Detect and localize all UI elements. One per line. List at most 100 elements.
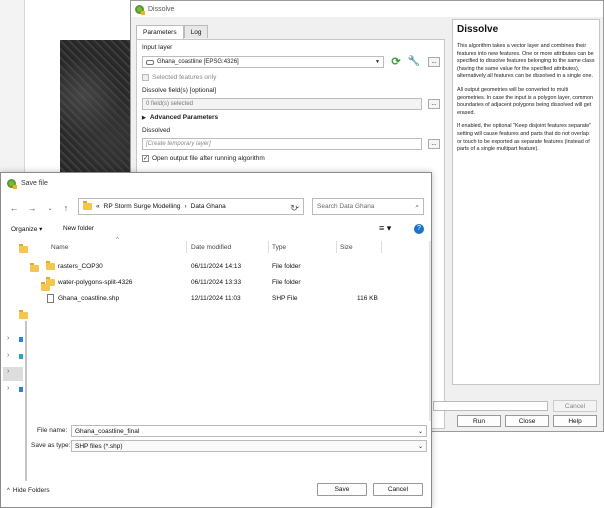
iterate-icon[interactable]: ⟳: [389, 55, 403, 69]
help-icon[interactable]: ?: [414, 224, 424, 234]
file-name: Ghana_coastline.shp: [58, 294, 120, 302]
column-divider[interactable]: [381, 241, 382, 253]
forward-icon[interactable]: →: [25, 201, 39, 215]
refresh-icon[interactable]: ↻: [287, 201, 301, 215]
folder-icon: [83, 201, 92, 210]
file-date: 06/11/2024 13:33: [191, 278, 242, 286]
selected-features-checkbox[interactable]: Selected features only: [142, 74, 216, 81]
dissolve-fields-input[interactable]: 0 field(s) selected: [142, 98, 422, 110]
checkmark-icon: ✓: [142, 155, 149, 162]
qgis-logo-icon: [7, 178, 17, 189]
open-output-label: Open output file after running algorithm: [152, 155, 265, 163]
new-folder-button[interactable]: New folder: [63, 225, 94, 232]
advanced-parameters-toggle[interactable]: ▶ Advanced Parameters: [142, 114, 218, 121]
advanced-parameters-label: Advanced Parameters: [149, 114, 219, 121]
dissolve-fields-label: Dissolve field(s) [optional]: [142, 87, 217, 94]
file-name: water-polygons-split-4326: [58, 278, 133, 286]
address-bar[interactable]: « RP Storm Surge Modelling › Data Ghana …: [78, 198, 304, 215]
input-layer-more-button[interactable]: ...: [428, 57, 440, 67]
file-date: 12/11/2024 11:03: [191, 294, 241, 302]
file-type: SHP File: [272, 294, 298, 302]
dissolve-fields-more-button[interactable]: ...: [428, 99, 440, 109]
recent-dropdown-icon[interactable]: ⌄: [43, 201, 57, 215]
close-button[interactable]: Close: [505, 415, 549, 427]
dissolved-output-input[interactable]: [Create temporary layer]: [142, 138, 422, 150]
file-name-value: Ghana_coastline_final: [75, 427, 140, 435]
tab-log[interactable]: Log: [183, 25, 209, 38]
input-layer-value: Ghana_coastline [EPSG:4326]: [157, 59, 239, 65]
onedrive-icon[interactable]: [19, 337, 23, 342]
qgis-logo-icon: [135, 4, 145, 15]
dissolve-title: Dissolve: [148, 5, 175, 13]
tab-parameters[interactable]: Parameters: [136, 25, 184, 39]
back-icon[interactable]: ←: [7, 201, 21, 215]
search-input[interactable]: Search Data Ghana ⌕: [312, 198, 424, 215]
expand-arrow-icon[interactable]: ›: [7, 385, 9, 392]
search-placeholder: Search Data Ghana: [317, 203, 375, 210]
organize-button[interactable]: Organize ▾: [11, 225, 42, 233]
selected-features-label: Selected features only: [152, 74, 217, 82]
input-layer-select[interactable]: Ghana_coastline [EPSG:4326] ▼: [142, 56, 384, 68]
breadcrumb-item[interactable]: Data Ghana: [191, 203, 226, 210]
wrench-icon[interactable]: 🔧: [407, 55, 421, 69]
pc-icon[interactable]: [19, 354, 23, 359]
chevron-down-icon: ⌄: [417, 443, 423, 450]
column-divider[interactable]: [336, 241, 337, 253]
organize-label: Organize: [11, 226, 38, 233]
cancel-button[interactable]: Cancel: [553, 400, 597, 412]
file-name-input[interactable]: Ghana_coastline_final ⌄: [71, 425, 427, 437]
hide-folders-toggle[interactable]: ^ Hide Folders: [7, 487, 50, 494]
quick-access-folder-icon[interactable]: [19, 310, 28, 319]
chevron-down-icon[interactable]: ⌄: [418, 428, 423, 435]
help-paragraph-3: If enabled, the optional "Keep disjoint …: [457, 123, 592, 153]
save-as-type-select[interactable]: SHP files (*.shp) ⌄: [71, 440, 427, 452]
view-options-icon[interactable]: ≡ ▾: [379, 223, 391, 234]
polygon-layer-icon: [146, 59, 154, 65]
hide-folders-label: Hide Folders: [12, 487, 50, 494]
chevron-up-icon: ^: [7, 488, 10, 494]
breadcrumb-item[interactable]: RP Storm Surge Modelling: [104, 203, 181, 210]
expand-arrow-icon[interactable]: ›: [7, 368, 9, 375]
column-header-type[interactable]: Type: [272, 244, 286, 251]
expand-arrow-icon: ▶: [142, 115, 146, 121]
vertical-scrollbar[interactable]: [429, 241, 431, 421]
save-titlebar: Save file: [1, 173, 431, 193]
quick-access-folder-icon[interactable]: [29, 263, 39, 272]
column-header-name[interactable]: Name: [51, 244, 68, 251]
column-header-date[interactable]: Date modified: [191, 244, 231, 251]
quick-access-folder-icon[interactable]: [19, 244, 28, 253]
column-divider[interactable]: [186, 241, 187, 253]
save-title: Save file: [21, 179, 48, 187]
checkbox-icon: [142, 74, 149, 81]
sort-up-icon: ^: [116, 237, 119, 243]
file-date: 06/11/2024 14:13: [191, 262, 242, 270]
folder-icon: [46, 260, 55, 270]
help-paragraph-2: All output geometries will be converted …: [457, 86, 594, 116]
up-icon[interactable]: ↑: [59, 201, 73, 215]
column-divider[interactable]: [268, 241, 269, 253]
expand-arrow-icon[interactable]: ›: [7, 335, 9, 342]
save-button[interactable]: Save: [317, 483, 367, 496]
file-type: File folder: [272, 278, 301, 286]
dissolved-more-button[interactable]: ...: [428, 139, 440, 149]
file-size: 116 KB: [357, 294, 378, 302]
input-layer-label: Input layer: [142, 44, 173, 51]
column-header-size[interactable]: Size: [340, 244, 353, 251]
dissolved-label: Dissolved: [142, 127, 171, 134]
list-item[interactable]: Ghana_coastline.shp 12/11/2024 11:03 SHP…: [41, 291, 429, 305]
file-icon: [47, 293, 54, 303]
help-button[interactable]: Help: [553, 415, 597, 427]
expand-arrow-icon[interactable]: ›: [7, 352, 9, 359]
nav-scrollbar[interactable]: [25, 321, 27, 481]
save-file-dialog: Save file ← → ⌄ ↑ « RP Storm Surge Model…: [0, 172, 432, 508]
network-icon[interactable]: [19, 387, 23, 392]
run-button[interactable]: Run: [457, 415, 501, 427]
list-item[interactable]: water-polygons-split-4326 06/11/2024 13:…: [41, 275, 429, 289]
file-name-label: File name:: [37, 427, 68, 434]
file-name: rasters_COP30: [58, 262, 103, 270]
list-item[interactable]: rasters_COP30 06/11/2024 14:13 File fold…: [41, 259, 429, 273]
cancel-button[interactable]: Cancel: [373, 483, 423, 496]
selected-nav-item[interactable]: [3, 367, 23, 381]
open-output-checkbox[interactable]: ✓ Open output file after running algorith…: [142, 155, 265, 162]
progress-bar: [433, 401, 548, 411]
